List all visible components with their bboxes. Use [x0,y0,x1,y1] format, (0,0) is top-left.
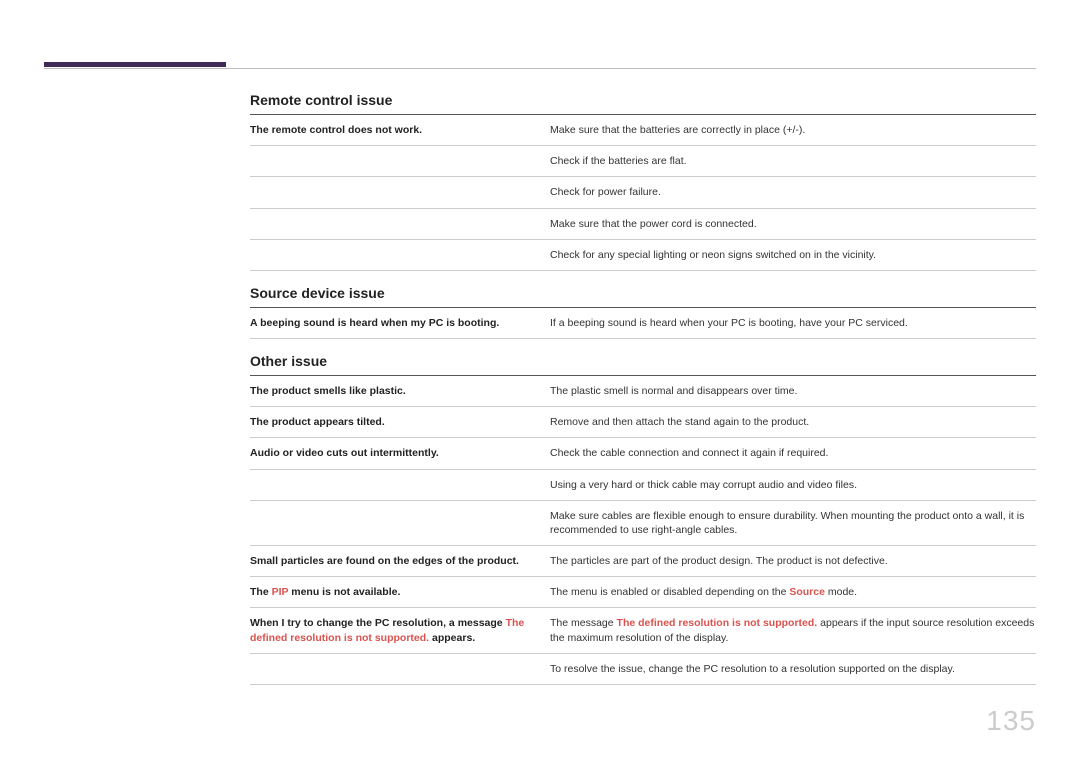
text-span: The menu is enabled or disabled dependin… [550,586,789,598]
solution-cell: Make sure that the power cord is connect… [550,217,1036,231]
solution-cell: The menu is enabled or disabled dependin… [550,585,1036,599]
solution-cell: Using a very hard or thick cable may cor… [550,478,1036,492]
table-row: Check if the batteries are flat. [250,146,1036,177]
text-span: menu is not available. [288,586,400,598]
section-title: Remote control issue [250,92,1036,108]
table-row: Audio or video cuts out intermittently. C… [250,438,1036,469]
text-span: mode. [825,586,857,598]
issue-cell: Audio or video cuts out intermittently. [250,446,550,460]
text-span: The product smells like plastic. [250,385,406,397]
text-span: Audio or video cuts out intermittently. [250,447,439,459]
text-span: To resolve the issue, change the PC reso… [550,663,955,675]
text-span: If a beeping sound is heard when your PC… [550,317,908,329]
accent-bar [44,62,226,67]
table-row: The product smells like plastic. The plas… [250,376,1036,407]
page-content: Remote control issue The remote control d… [250,92,1036,685]
issue-cell: The remote control does not work. [250,123,550,137]
table-row: Small particles are found on the edges o… [250,546,1036,577]
issue-cell: The product appears tilted. [250,415,550,429]
text-span: The message [550,617,617,629]
table-row: The remote control does not work. Make su… [250,115,1036,146]
solution-cell: Remove and then attach the stand again t… [550,415,1036,429]
text-span: Make sure that the power cord is connect… [550,218,757,230]
solution-cell: The plastic smell is normal and disappea… [550,384,1036,398]
text-span: Remove and then attach the stand again t… [550,416,809,428]
section-title: Source device issue [250,285,1036,301]
text-span: Make sure cables are flexible enough to … [550,510,1024,536]
issue-cell: The PIP menu is not available. [250,585,550,599]
solution-cell: To resolve the issue, change the PC reso… [550,662,1036,676]
table-row: The product appears tilted. Remove and th… [250,407,1036,438]
table-row: Check for any special lighting or neon s… [250,240,1036,271]
solution-cell: Check for power failure. [550,185,1036,199]
text-span: Make sure that the batteries are correct… [550,124,805,136]
solution-cell: The message The defined resolution is no… [550,616,1036,644]
text-span: The product appears tilted. [250,416,385,428]
text-span: PIP [272,586,289,598]
text-span: When I try to change the PC resolution, … [250,617,506,629]
issue-cell: A beeping sound is heard when my PC is b… [250,316,550,330]
text-span: The particles are part of the product de… [550,555,888,567]
table-row: The PIP menu is not available.The menu i… [250,577,1036,608]
table-row: Make sure cables are flexible enough to … [250,501,1036,546]
solution-cell: Check if the batteries are flat. [550,154,1036,168]
solution-cell: Make sure that the batteries are correct… [550,123,1036,137]
text-span: appears. [429,632,475,644]
text-span: A beeping sound is heard when my PC is b… [250,317,499,329]
text-span: Source [789,586,825,598]
text-span: The remote control does not work. [250,124,422,136]
issue-cell: Small particles are found on the edges o… [250,554,550,568]
table-row: Make sure that the power cord is connect… [250,209,1036,240]
text-span: Small particles are found on the edges o… [250,555,519,567]
text-span: The [250,586,272,598]
section-title: Other issue [250,353,1036,369]
text-span: The plastic smell is normal and disappea… [550,385,797,397]
solution-cell: Check for any special lighting or neon s… [550,248,1036,262]
table-row: When I try to change the PC resolution, … [250,608,1036,653]
text-span: The defined resolution is not supported. [617,617,818,629]
solution-cell: Make sure cables are flexible enough to … [550,509,1036,537]
text-span: Check for any special lighting or neon s… [550,249,876,261]
text-span: Check the cable connection and connect i… [550,447,828,459]
top-rule [44,68,1036,69]
solution-cell: Check the cable connection and connect i… [550,446,1036,460]
table-row: Using a very hard or thick cable may cor… [250,470,1036,501]
text-span: Using a very hard or thick cable may cor… [550,479,857,491]
text-span: Check if the batteries are flat. [550,155,687,167]
table-row: Check for power failure. [250,177,1036,208]
issue-cell: The product smells like plastic. [250,384,550,398]
table-row: A beeping sound is heard when my PC is b… [250,308,1036,339]
table-row: To resolve the issue, change the PC reso… [250,654,1036,685]
text-span: Check for power failure. [550,186,661,198]
solution-cell: If a beeping sound is heard when your PC… [550,316,1036,330]
page-number: 135 [986,705,1036,737]
solution-cell: The particles are part of the product de… [550,554,1036,568]
issue-cell: When I try to change the PC resolution, … [250,616,550,644]
